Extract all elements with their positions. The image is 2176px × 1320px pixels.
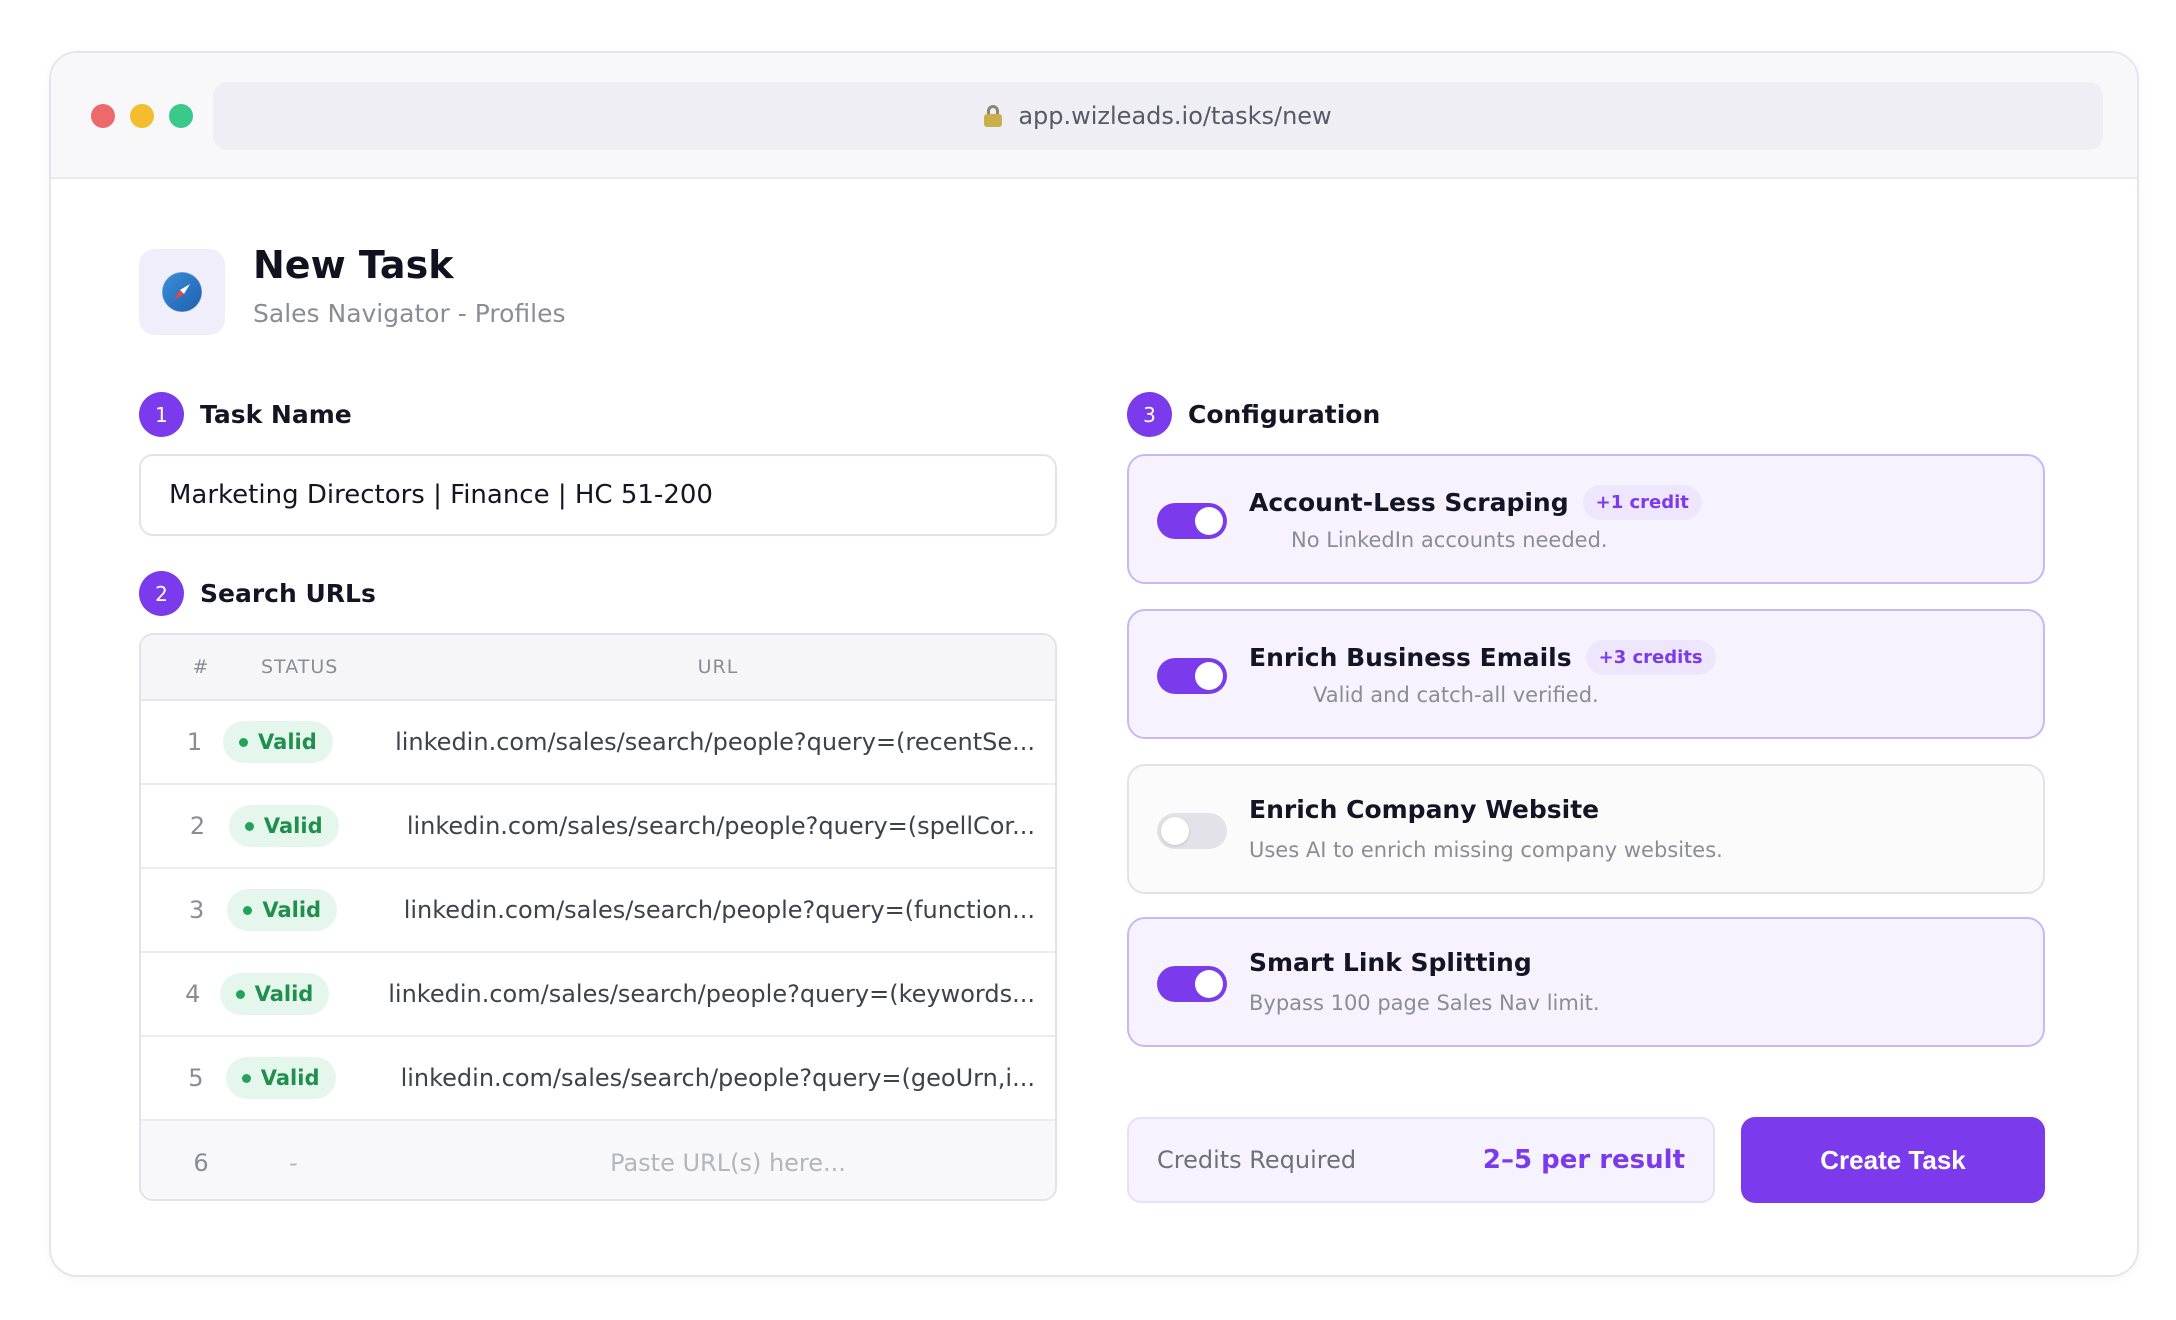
table-row[interactable]: 4 Valid linkedin.com/sales/search/people… bbox=[141, 953, 1055, 1037]
credits-value: 2–5 per result bbox=[1482, 1145, 1685, 1175]
config-title: Enrich Company Website bbox=[1249, 795, 1600, 824]
status-badge: Valid bbox=[227, 889, 338, 931]
column-header-url: URL bbox=[697, 656, 739, 678]
maximize-window-button[interactable] bbox=[169, 104, 193, 128]
address-bar[interactable]: app.wizleads.io/tasks/new bbox=[213, 82, 2103, 150]
column-header-num: # bbox=[192, 656, 210, 678]
table-row[interactable]: 3 Valid linkedin.com/sales/search/people… bbox=[141, 869, 1055, 953]
paste-url-input[interactable]: Paste URL(s) here... bbox=[381, 1149, 1055, 1177]
step-label: Configuration bbox=[1188, 400, 1381, 429]
credit-badge: +3 credits bbox=[1585, 640, 1716, 675]
step-search-urls: 2 Search URLs bbox=[139, 571, 376, 616]
config-description: Valid and catch-all verified. bbox=[1313, 683, 1599, 707]
browser-titlebar: app.wizleads.io/tasks/new bbox=[51, 53, 2137, 179]
credits-label: Credits Required bbox=[1157, 1146, 1357, 1174]
close-window-button[interactable] bbox=[91, 104, 115, 128]
status-badge: Valid bbox=[219, 973, 330, 1015]
config-title: Enrich Business Emails bbox=[1249, 643, 1572, 672]
task-name-input[interactable]: Marketing Directors | Finance | HC 51-20… bbox=[139, 454, 1057, 536]
page-subtitle: Sales Navigator - Profiles bbox=[253, 299, 566, 328]
address-url: app.wizleads.io/tasks/new bbox=[1018, 102, 1332, 130]
config-enrich-company-website: Enrich Company Website Uses AI to enrich… bbox=[1127, 764, 2045, 894]
row-number: 6 bbox=[193, 1149, 209, 1177]
step-label: Task Name bbox=[200, 400, 352, 429]
step-configuration: 3 Configuration bbox=[1127, 392, 1380, 437]
minimize-window-button[interactable] bbox=[130, 104, 154, 128]
lock-icon bbox=[984, 105, 1003, 127]
config-smart-link-splitting: Smart Link Splitting Bypass 100 page Sal… bbox=[1127, 917, 2045, 1047]
step-task-name: 1 Task Name bbox=[139, 392, 352, 437]
row-url: linkedin.com/sales/search/people?query=(… bbox=[400, 1064, 1035, 1092]
step-number: 2 bbox=[139, 571, 184, 616]
search-url-table: # STATUS URL 1 Valid linkedin.com/sales/… bbox=[139, 633, 1057, 1201]
credit-badge: +1 credit bbox=[1582, 485, 1702, 520]
step-number: 1 bbox=[139, 392, 184, 437]
config-enrich-business-emails: Enrich Business Emails +3 credits Valid … bbox=[1127, 609, 2045, 739]
table-row[interactable]: 2 Valid linkedin.com/sales/search/people… bbox=[141, 785, 1055, 869]
account-less-scraping-toggle[interactable] bbox=[1157, 503, 1227, 539]
empty-url-row[interactable]: 6 - Paste URL(s) here... bbox=[141, 1121, 1055, 1199]
row-url: linkedin.com/sales/search/people?query=(… bbox=[403, 896, 1035, 924]
step-number: 3 bbox=[1127, 392, 1172, 437]
config-description: Bypass 100 page Sales Nav limit. bbox=[1249, 991, 1600, 1015]
table-row[interactable]: 1 Valid linkedin.com/sales/search/people… bbox=[141, 701, 1055, 785]
config-description: Uses AI to enrich missing company websit… bbox=[1249, 838, 1723, 862]
status-badge: Valid bbox=[225, 1057, 336, 1099]
enrich-business-emails-toggle[interactable] bbox=[1157, 658, 1227, 694]
status-badge: Valid bbox=[223, 721, 333, 763]
table-header: # STATUS URL bbox=[141, 635, 1055, 701]
config-title: Smart Link Splitting bbox=[1249, 948, 1532, 977]
compass-icon bbox=[139, 249, 225, 335]
status-badge: Valid bbox=[228, 805, 339, 847]
smart-link-splitting-toggle[interactable] bbox=[1157, 966, 1227, 1002]
enrich-company-website-toggle[interactable] bbox=[1157, 813, 1227, 849]
step-label: Search URLs bbox=[200, 579, 376, 608]
table-row[interactable]: 5 Valid linkedin.com/sales/search/people… bbox=[141, 1037, 1055, 1121]
page-title: New Task bbox=[253, 243, 454, 287]
column-header-status: STATUS bbox=[261, 656, 339, 678]
browser-window: app.wizleads.io/tasks/new New Task Sales… bbox=[49, 51, 2139, 1277]
config-account-less-scraping: Account-Less Scraping +1 credit No Linke… bbox=[1127, 454, 2045, 584]
row-status-empty: - bbox=[289, 1149, 298, 1177]
row-url: linkedin.com/sales/search/people?query=(… bbox=[388, 980, 1035, 1008]
config-title: Account-Less Scraping bbox=[1249, 488, 1569, 517]
row-url: linkedin.com/sales/search/people?query=(… bbox=[395, 728, 1035, 756]
credits-required-box: Credits Required 2–5 per result bbox=[1127, 1117, 1715, 1203]
config-description: No LinkedIn accounts needed. bbox=[1291, 528, 1608, 552]
create-task-button[interactable]: Create Task bbox=[1741, 1117, 2045, 1203]
row-url: linkedin.com/sales/search/people?query=(… bbox=[406, 812, 1035, 840]
